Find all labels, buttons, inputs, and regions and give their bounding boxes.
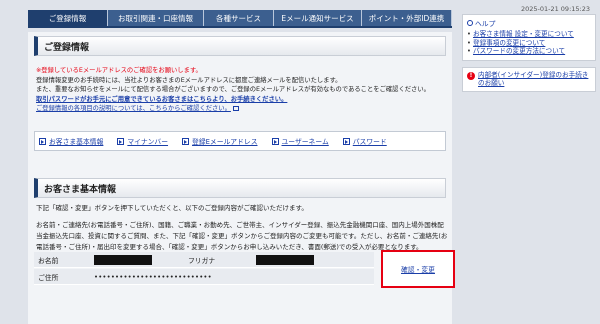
- tab-email-notification[interactable]: Eメール通知サービス: [274, 10, 362, 26]
- help-links: お客さま情報 設定・変更について 登録事項の変更について パスワードの変更方法に…: [467, 30, 591, 56]
- arrow-box-icon: [342, 137, 350, 145]
- basic-info-detail: お名前・ご連絡先(お電話番号・ご住所)、国籍、ご職業・お勤め先、ご世帯主、インサ…: [36, 221, 448, 251]
- insider-notice-box: ! 内部者(インサイダー)登録のお手続きのお願い: [462, 66, 596, 92]
- link-username[interactable]: ユーザーネーム: [271, 136, 329, 146]
- quick-links-bar: お客さま基本情報 マイナンバー 登録Eメールアドレス ユーザーネーム パスワード: [34, 131, 446, 151]
- arrow-box-icon: [271, 137, 279, 145]
- timestamp: 2025-01-21 09:15:23: [520, 5, 590, 13]
- name-value-masked: [94, 254, 152, 265]
- arrow-box-icon: [117, 137, 125, 145]
- name-row: お名前 フリガナ: [34, 252, 374, 268]
- notice-line-2: また、重要なお知らせをメールにて配信する場合がございますので、ご登録のEメールア…: [36, 86, 430, 93]
- popup-window-icon: [232, 105, 239, 111]
- furigana-label: フリガナ: [188, 256, 216, 265]
- item-explanation-link[interactable]: ご登録情報の各項目の説明については、こちらからご確認ください。: [36, 105, 231, 112]
- top-tabs: ご登録情報 お取引関連・口座情報 各種サービス Eメール通知サービス ポイント・…: [28, 10, 452, 26]
- email-warning: ※登録しているEメールアドレスのご確認をお願いします。: [36, 67, 202, 74]
- right-sidebar: ヘルプ お客さま情報 設定・変更について 登録事項の変更について パスワードの変…: [462, 14, 596, 92]
- notice-block: ※登録しているEメールアドレスのご確認をお願いします。 登録情報変更のお手続時に…: [36, 66, 448, 114]
- basic-info-intro: 下記「確認・変更」ボタンを押下していただくと、以下のご登録内容がご確認いただけま…: [36, 204, 308, 212]
- arrow-box-icon: [39, 137, 46, 145]
- help-link-password-change[interactable]: パスワードの変更方法について: [467, 47, 591, 56]
- tab-points-id[interactable]: ポイント・外部ID連携: [362, 10, 452, 26]
- link-registered-email[interactable]: 登録Eメールアドレス: [182, 136, 258, 146]
- link-my-number[interactable]: マイナンバー: [117, 136, 168, 146]
- name-label: お名前: [38, 256, 59, 265]
- address-value-masked: ••••••••••••••••••••••••••••: [94, 272, 212, 281]
- address-row: ご住所 ••••••••••••••••••••••••••••: [34, 269, 374, 285]
- link-basic-info[interactable]: お客さま基本情報: [39, 136, 103, 146]
- tab-underline: [28, 26, 452, 28]
- address-label: ご住所: [38, 273, 59, 282]
- help-heading[interactable]: ヘルプ: [467, 18, 591, 28]
- password-procedure-link[interactable]: 取引パスワードがお手元にご用意できているお客さまはこちらより、お手続きください。: [36, 96, 287, 103]
- link-password[interactable]: パスワード: [342, 136, 387, 146]
- tab-services[interactable]: 各種サービス: [204, 10, 274, 26]
- main-panel: ご登録情報 ※登録しているEメールアドレスのご確認をお願いします。 登録情報変更…: [28, 32, 455, 324]
- confirm-change-highlight: 確認・変更: [381, 250, 455, 288]
- help-link-settings[interactable]: お客さま情報 設定・変更について: [467, 30, 591, 39]
- tab-registration-info[interactable]: ご登録情報: [28, 10, 108, 26]
- page-title: ご登録情報: [34, 36, 446, 56]
- help-icon: [467, 20, 473, 26]
- alert-icon: !: [467, 71, 475, 80]
- basic-info-heading: お客さま基本情報: [34, 178, 446, 198]
- help-link-registration-change[interactable]: 登録事項の変更について: [467, 39, 591, 48]
- help-box: ヘルプ お客さま情報 設定・変更について 登録事項の変更について パスワードの変…: [462, 14, 596, 61]
- tab-trading-account[interactable]: お取引関連・口座情報: [108, 10, 204, 26]
- confirm-change-button[interactable]: 確認・変更: [401, 264, 435, 274]
- insider-registration-link[interactable]: 内部者(インサイダー)登録のお手続きのお願い: [478, 71, 591, 88]
- arrow-box-icon: [182, 137, 190, 145]
- furigana-value-masked: [256, 254, 314, 265]
- notice-line-1: 登録情報変更のお手続時には、当社よりお客さまのEメールアドレスに都度ご連絡メール…: [36, 76, 342, 84]
